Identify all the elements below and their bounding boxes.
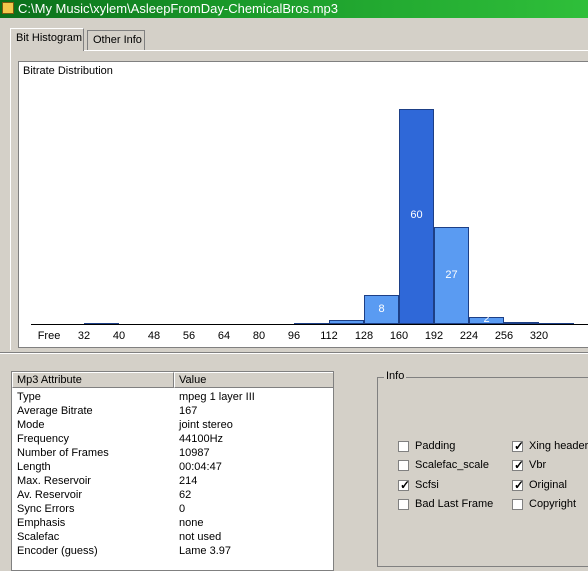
attribute-name: Mode xyxy=(17,419,45,431)
table-row[interactable]: Number of Frames 10987 xyxy=(12,447,333,461)
info-group: Info Padding Scalefac_scale ✓ Scfsi Bad Last… xyxy=(377,370,588,567)
title-bar: C:\My Music\xylem\AsleepFromDay-Chemical… xyxy=(0,0,588,18)
x-tick-label: 48 xyxy=(147,330,161,342)
table-row[interactable]: Encoder (guess) Lame 3.97 xyxy=(12,545,333,559)
checkbox-box[interactable] xyxy=(398,499,409,510)
table-row[interactable]: Emphasis none xyxy=(12,517,333,531)
attribute-name: Emphasis xyxy=(17,517,66,529)
attribute-value: 0 xyxy=(179,503,186,515)
checkbox-label: Bad Last Frame xyxy=(415,498,494,510)
attribute-value: 10987 xyxy=(179,447,210,459)
x-tick-label: 40 xyxy=(112,330,126,342)
bar-value-label: 60 xyxy=(410,209,423,222)
attribute-name: Encoder (guess) xyxy=(17,545,98,557)
checkbox-box[interactable] xyxy=(398,441,409,452)
bar-value-label: 8 xyxy=(378,302,385,315)
table-row[interactable]: Average Bitrate 167 xyxy=(12,405,333,419)
attribute-name: Max. Reservoir xyxy=(17,475,91,487)
checkbox-label: Padding xyxy=(415,440,456,452)
checkbox-label: Xing header xyxy=(529,440,588,452)
x-tick-label: 112 xyxy=(320,330,338,342)
column-header-value[interactable]: Value xyxy=(174,372,333,388)
table-row[interactable]: Scalefac not used xyxy=(12,531,333,545)
checkbox-box[interactable]: ✓ xyxy=(398,478,411,492)
check-icon: ✓ xyxy=(514,478,525,492)
checkbox-box[interactable] xyxy=(398,460,409,471)
x-tick-label: 64 xyxy=(217,330,231,342)
x-tick-label: 32 xyxy=(77,330,91,342)
x-tick-label: 192 xyxy=(424,330,444,342)
table-row[interactable]: Mode joint stereo xyxy=(12,419,333,433)
bitrate-chart: Bitrate Distribution 8 60 27 2 Free 32 40 48 56… xyxy=(18,61,588,348)
tab-bit-histogram[interactable]: Bit Histogram xyxy=(10,28,84,51)
check-icon: ✓ xyxy=(400,478,411,492)
attribute-name: Type xyxy=(17,391,41,403)
attribute-name: Frequency xyxy=(17,433,69,445)
attribute-name: Number of Frames xyxy=(17,447,109,459)
tab-other-info[interactable]: Other Info xyxy=(87,30,145,50)
list-header: Mp3 Attribute Value xyxy=(12,372,333,388)
checkbox-label: Original xyxy=(529,479,567,491)
checkbox-label: Vbr xyxy=(529,459,547,471)
attribute-value: joint stereo xyxy=(179,419,233,431)
attribute-value: 214 xyxy=(179,475,198,487)
x-tick-label: 160 xyxy=(389,330,409,342)
checkbox-box[interactable]: ✓ xyxy=(512,478,525,492)
attribute-value: not used xyxy=(179,531,222,543)
attribute-name: Scalefac xyxy=(17,531,60,543)
x-tick-label: 128 xyxy=(354,330,374,342)
check-icon: ✓ xyxy=(514,458,525,472)
chart-title: Bitrate Distribution xyxy=(23,65,113,77)
tab-label: Other Info xyxy=(93,34,142,46)
attribute-value: 00:04:47 xyxy=(179,461,222,473)
attribute-name: Av. Reservoir xyxy=(17,489,83,501)
table-row[interactable]: Sync Errors 0 xyxy=(12,503,333,517)
attribute-name: Average Bitrate xyxy=(17,405,93,417)
checkbox-label: Copyright xyxy=(529,498,577,510)
attribute-value: none xyxy=(179,517,204,529)
checkbox-box[interactable]: ✓ xyxy=(512,458,525,472)
splitter[interactable] xyxy=(0,352,588,354)
window-title: C:\My Music\xylem\AsleepFromDay-Chemical… xyxy=(18,1,339,16)
bar-value-label: 27 xyxy=(445,268,458,281)
attribute-name: Sync Errors xyxy=(17,503,75,515)
column-header-attribute[interactable]: Mp3 Attribute xyxy=(12,372,174,388)
attribute-value: Lame 3.97 xyxy=(179,545,231,557)
x-tick-label: 320 xyxy=(529,330,549,342)
attribute-value: 167 xyxy=(179,405,198,417)
x-tick-label: Free xyxy=(37,330,61,342)
x-tick-label: 256 xyxy=(494,330,514,342)
checkbox-label: Scalefac_scale xyxy=(415,459,489,471)
attributes-list[interactable]: Mp3 Attribute Value Type mpeg 1 layer III… xyxy=(11,371,334,571)
check-icon: ✓ xyxy=(514,439,525,453)
tab-label: Bit Histogram xyxy=(16,32,83,44)
table-row[interactable]: Type mpeg 1 layer III xyxy=(12,391,333,405)
attribute-value: mpeg 1 layer III xyxy=(179,391,255,403)
x-tick-label: 96 xyxy=(287,330,301,342)
table-row[interactable]: Frequency 44100Hz xyxy=(12,433,333,447)
x-tick-label: 56 xyxy=(182,330,196,342)
info-group-title: Info xyxy=(384,370,407,382)
table-row[interactable]: Max. Reservoir 214 xyxy=(12,475,333,489)
table-row[interactable]: Av. Reservoir 62 xyxy=(12,489,333,503)
chart-baseline xyxy=(31,324,588,325)
file-icon xyxy=(2,2,14,14)
checkbox-box[interactable]: ✓ xyxy=(512,439,525,453)
x-tick-label: 224 xyxy=(459,330,479,342)
attribute-value: 44100Hz xyxy=(179,433,224,445)
x-tick-label: 80 xyxy=(252,330,266,342)
checkbox-label: Scfsi xyxy=(415,479,439,491)
attribute-name: Length xyxy=(17,461,51,473)
table-row[interactable]: Length 00:04:47 xyxy=(12,461,333,475)
checkbox-box[interactable] xyxy=(512,499,523,510)
attribute-value: 62 xyxy=(179,489,192,501)
